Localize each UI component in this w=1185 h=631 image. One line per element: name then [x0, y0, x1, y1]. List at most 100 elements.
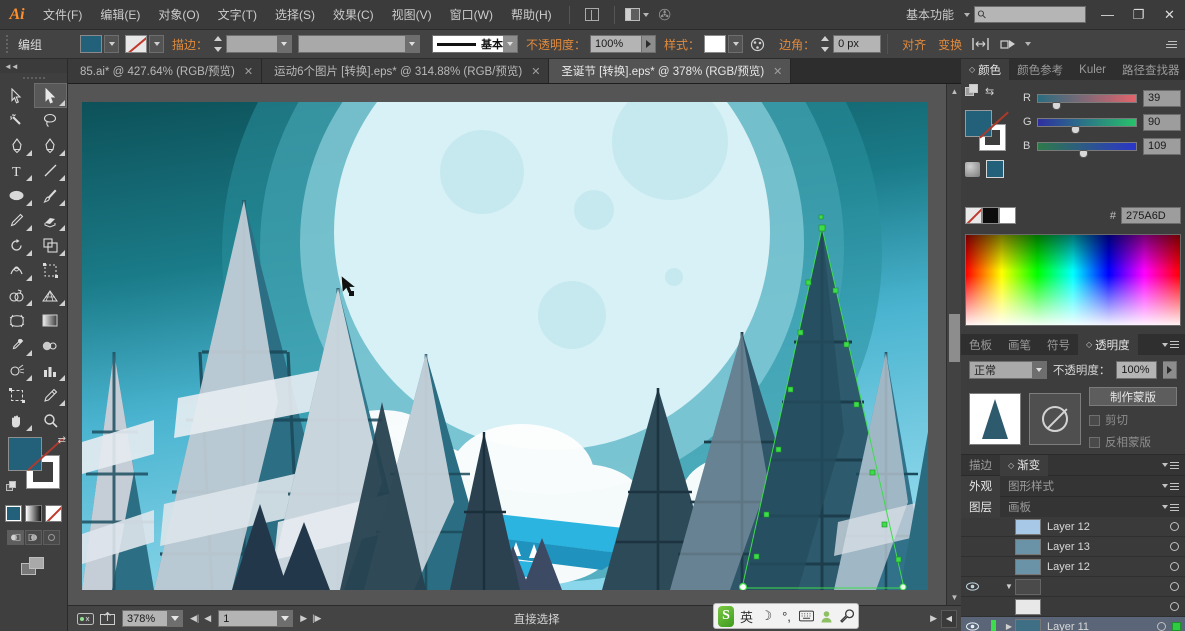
slider-knob-g[interactable]	[1071, 125, 1081, 134]
sogou-logo-icon[interactable]: S	[718, 605, 734, 627]
menu-select[interactable]: 选择(S)	[266, 0, 324, 30]
slider-knob-b[interactable]	[1079, 149, 1089, 158]
clip-checkbox[interactable]	[1089, 414, 1100, 426]
menu-edit[interactable]: 编辑(E)	[91, 0, 149, 30]
width-tool[interactable]	[0, 258, 34, 283]
layer-target-icon[interactable]	[1150, 622, 1172, 631]
appearance-panel-menu-button[interactable]	[1162, 482, 1179, 490]
slider-track-b[interactable]	[1037, 141, 1137, 158]
type-tool[interactable]: T	[0, 158, 34, 183]
artboard[interactable]	[82, 102, 928, 590]
sogou-ime-toolbar[interactable]: S 英 ☽ °,	[713, 603, 859, 629]
transparency-opacity-flyout[interactable]	[1163, 361, 1177, 379]
screen-mode-button[interactable]	[0, 557, 67, 577]
corner-radius-input[interactable]: 0 px	[833, 35, 882, 53]
scroll-up-arrow-icon[interactable]: ▲	[947, 84, 961, 99]
stroke-weight-label[interactable]: 描边：	[172, 36, 208, 53]
zoom-tool[interactable]	[34, 408, 68, 433]
layer-row[interactable]: Layer 12	[961, 557, 1185, 577]
layer-target-icon[interactable]	[1163, 582, 1185, 591]
tab-color[interactable]: ◇ 颜色	[961, 59, 1010, 80]
search-input[interactable]: ⚲	[974, 6, 1086, 23]
gradient-panel-menu-button[interactable]	[1162, 461, 1179, 469]
menu-effect[interactable]: 效果(C)	[324, 0, 383, 30]
window-minimize-button[interactable]: —	[1092, 0, 1123, 30]
wrench-icon[interactable]	[839, 609, 854, 623]
first-page-icon[interactable]: ◀|	[190, 613, 199, 624]
graphic-style-swatch[interactable]	[704, 35, 727, 53]
layer-row[interactable]: ▼	[961, 577, 1185, 597]
menu-file[interactable]: 文件(F)	[34, 0, 91, 30]
mesh-tool[interactable]	[0, 308, 34, 333]
graphic-style-dropdown[interactable]	[728, 35, 744, 53]
layer-visibility-icon[interactable]	[961, 622, 983, 631]
invert-mask-checkbox[interactable]	[1089, 436, 1100, 448]
window-maximize-button[interactable]: ❐	[1123, 0, 1154, 30]
tab-stroke[interactable]: 描边	[961, 455, 1000, 476]
ellipse-tool[interactable]	[0, 183, 34, 208]
layer-visibility-icon[interactable]	[961, 582, 983, 591]
tab-transparency[interactable]: ◇ 透明度	[1078, 334, 1138, 355]
select-similar-objects-icon[interactable]	[997, 33, 1019, 55]
slider-track-r[interactable]	[1037, 93, 1137, 110]
transform-button[interactable]: 变换	[938, 36, 962, 53]
menu-window[interactable]: 窗口(W)	[441, 0, 502, 30]
layer-name[interactable]: Layer 13	[1047, 541, 1163, 553]
layer-row[interactable]: Layer 12	[961, 517, 1185, 537]
swap-colors-icon[interactable]: ⇆	[985, 85, 994, 98]
eraser-tool[interactable]	[34, 208, 68, 233]
tab-gradient[interactable]: ◇ 渐变	[1000, 454, 1049, 476]
stroke-profile-combo[interactable]	[298, 35, 421, 53]
fill-stroke-indicator[interactable]: ⇄	[6, 435, 66, 499]
opacity-input[interactable]: 100%	[590, 35, 643, 53]
clip-checkbox-row[interactable]: 剪切	[1089, 412, 1177, 428]
draw-normal-button[interactable]	[7, 530, 24, 545]
recolor-artwork-icon[interactable]	[746, 33, 768, 55]
opacity-label[interactable]: 不透明度：	[526, 36, 586, 53]
lasso-tool[interactable]	[34, 108, 68, 133]
pencil-tool[interactable]	[0, 208, 34, 233]
color-spectrum-ramp[interactable]	[965, 234, 1181, 326]
transparency-opacity-input[interactable]: 100%	[1116, 361, 1158, 379]
workspace-switcher[interactable]: 基本功能	[899, 6, 961, 23]
share-on-behance-icon[interactable]	[96, 609, 118, 629]
fill-stroke-swatches[interactable]	[965, 110, 1009, 152]
align-button[interactable]: 对齐	[902, 36, 926, 53]
canvas-vertical-scrollbar[interactable]: ▲ ▼	[946, 84, 961, 605]
layer-target-icon[interactable]	[1163, 542, 1185, 551]
layer-name[interactable]: Layer 11	[1047, 621, 1150, 631]
transparency-mask-thumbnail[interactable]	[1029, 392, 1081, 445]
zoom-level-dropdown[interactable]	[168, 610, 183, 627]
control-panel-menu-button[interactable]	[1166, 40, 1177, 48]
hex-input[interactable]: 275A6D	[1121, 207, 1181, 224]
status-flyout-icon[interactable]: ▶	[930, 613, 937, 624]
menu-type[interactable]: 文字(T)	[209, 0, 266, 30]
magic-wand-tool[interactable]	[0, 108, 34, 133]
zoom-level-input[interactable]: 378%	[122, 610, 168, 627]
corner-label[interactable]: 边角：	[779, 36, 815, 53]
make-mask-button[interactable]: 制作蒙版	[1089, 387, 1177, 406]
eyedropper-tool[interactable]	[0, 333, 34, 358]
tab-layers[interactable]: 图层	[961, 496, 1000, 518]
tab-artboards[interactable]: 画板	[1000, 497, 1039, 518]
layer-row[interactable]	[961, 597, 1185, 617]
user-icon[interactable]	[819, 610, 834, 623]
tab-graphic-styles[interactable]: 图形样式	[1000, 476, 1062, 497]
color-value-g[interactable]: 90	[1143, 113, 1181, 131]
hand-tool[interactable]	[0, 408, 34, 433]
page-number-dropdown[interactable]	[278, 610, 294, 627]
shape-builder-tool[interactable]	[0, 283, 34, 308]
device-n-icon[interactable]	[74, 609, 96, 629]
fill-dropdown-button[interactable]	[104, 35, 120, 53]
ime-moon-icon[interactable]: ☽	[759, 608, 774, 624]
prev-page-icon[interactable]: ◀	[204, 613, 211, 624]
next-page-icon[interactable]: ▶	[300, 613, 307, 624]
free-transform-tool[interactable]	[34, 258, 68, 283]
blend-tool[interactable]	[34, 333, 68, 358]
perspective-grid-tool[interactable]	[34, 283, 68, 308]
layer-lock-icon[interactable]	[983, 619, 1003, 631]
tools-panel-collapse[interactable]: ◄◄	[0, 59, 67, 73]
blend-mode-combo[interactable]: 正常	[969, 361, 1047, 379]
fill-color-indicator[interactable]	[8, 437, 42, 471]
symbol-sprayer-tool[interactable]	[0, 358, 34, 383]
